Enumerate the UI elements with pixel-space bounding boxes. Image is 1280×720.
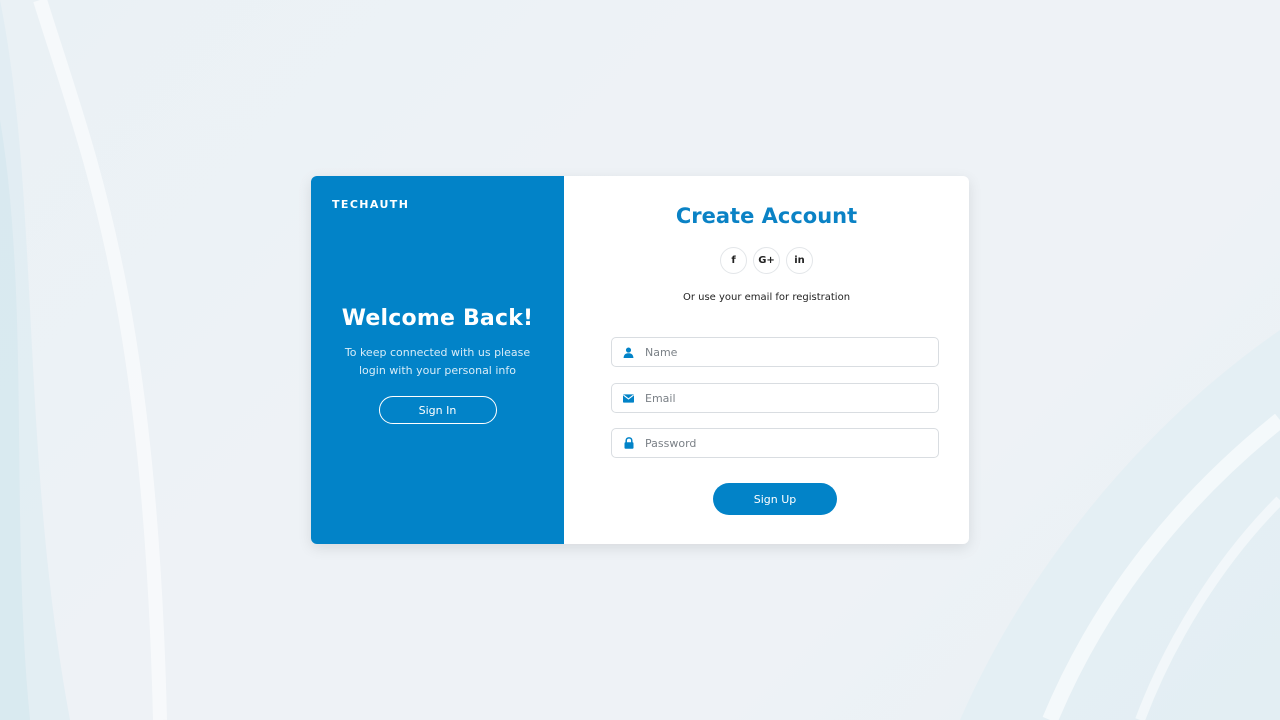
- auth-card: TECHAUTH Welcome Back! To keep connected…: [311, 176, 969, 544]
- brand-logo: TECHAUTH: [332, 198, 410, 211]
- name-field: [611, 337, 939, 367]
- google-plus-icon: G+: [758, 255, 775, 266]
- sign-in-button[interactable]: Sign In: [378, 396, 497, 424]
- user-icon: [612, 346, 645, 358]
- welcome-message: To keep connected with us please login w…: [344, 346, 531, 377]
- registration-subtext: Or use your email for registration: [682, 292, 851, 303]
- envelope-icon: [612, 393, 645, 403]
- password-field: [611, 428, 939, 458]
- linkedin-icon: in: [794, 255, 805, 266]
- welcome-heading: Welcome Back!: [341, 306, 534, 331]
- linkedin-button[interactable]: in: [786, 247, 813, 274]
- name-input[interactable]: [645, 345, 925, 359]
- sign-up-button[interactable]: Sign Up: [713, 483, 837, 515]
- email-input[interactable]: [645, 391, 925, 405]
- facebook-icon: f: [731, 255, 736, 266]
- google-plus-button[interactable]: G+: [753, 247, 780, 274]
- lock-icon: [612, 437, 645, 449]
- email-field: [611, 383, 939, 413]
- welcome-panel: TECHAUTH Welcome Back! To keep connected…: [311, 176, 564, 544]
- social-login-buttons: f G+ in: [564, 247, 969, 274]
- facebook-button[interactable]: f: [720, 247, 747, 274]
- page-title: Create Account: [675, 204, 858, 228]
- signup-panel: Create Account f G+ in Or use your email…: [564, 176, 969, 544]
- welcome-section: Welcome Back! To keep connected with us …: [311, 306, 564, 424]
- password-input[interactable]: [645, 436, 925, 450]
